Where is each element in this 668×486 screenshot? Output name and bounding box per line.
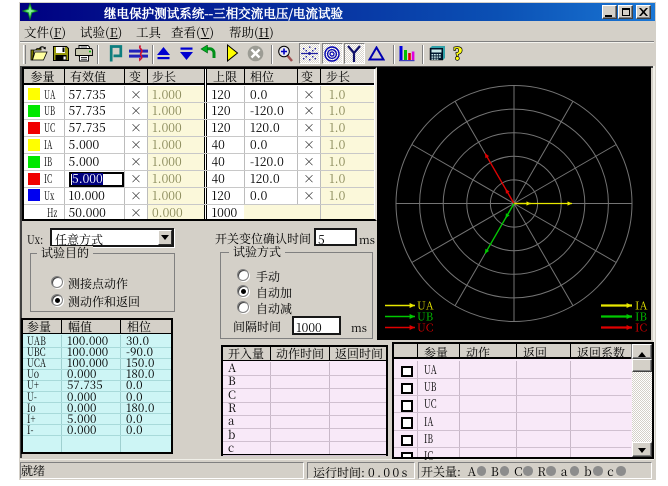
svg-text:UC: UC — [417, 320, 434, 336]
svg-text:?: ? — [453, 44, 463, 62]
svg-text:IC: IC — [635, 320, 647, 336]
